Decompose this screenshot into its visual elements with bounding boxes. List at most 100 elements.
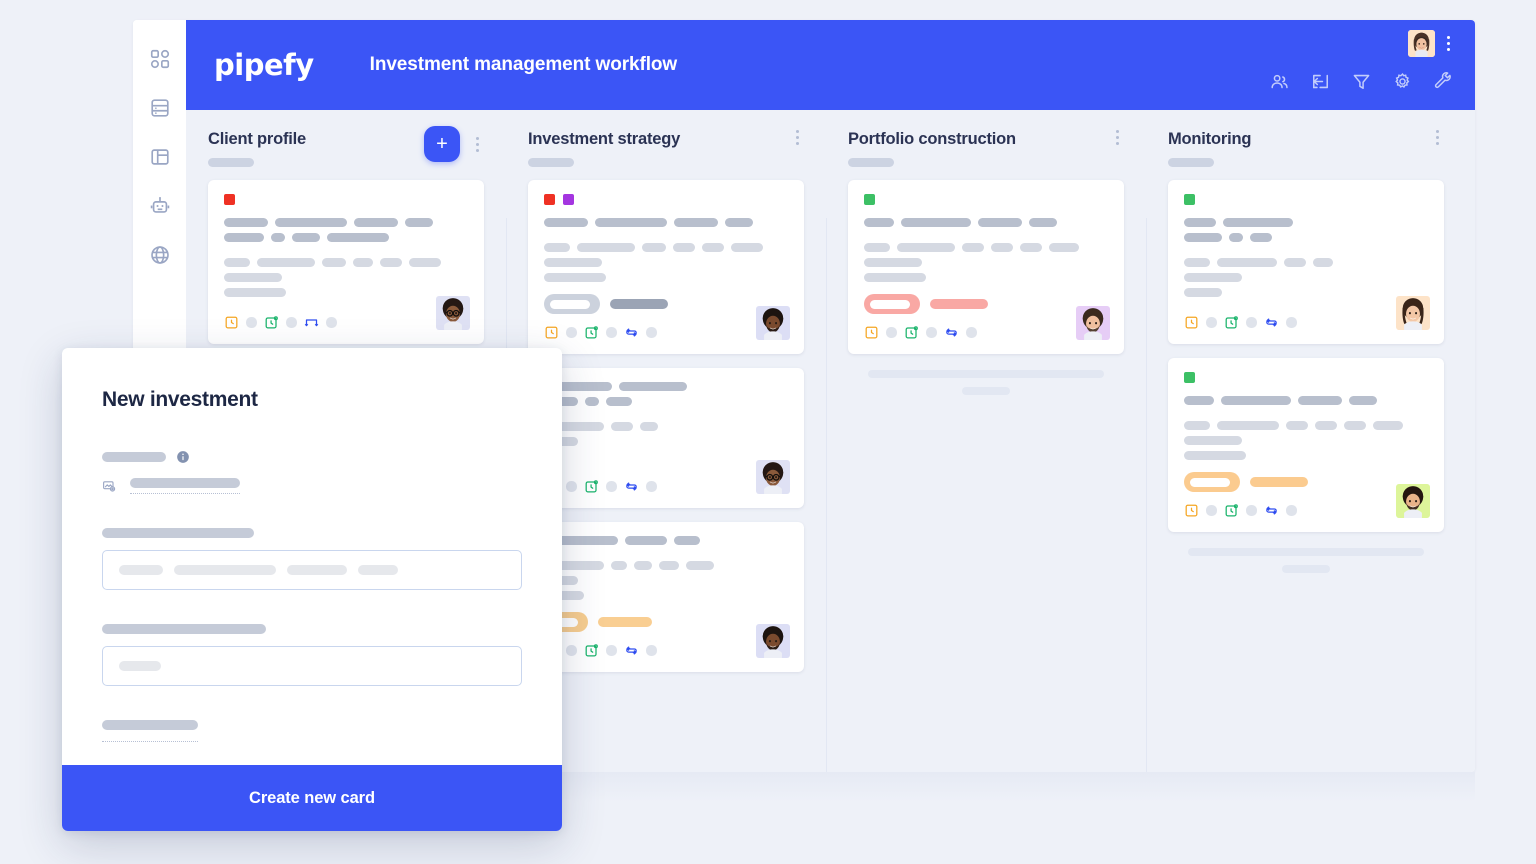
card-detail-placeholder [544,422,788,461]
card-meta-value [1206,505,1217,516]
card-meta-row [1184,315,1428,330]
clock-green-icon [264,315,279,330]
text-input[interactable] [102,550,522,590]
card-assignee-avatar[interactable] [1076,306,1110,340]
text-input[interactable] [102,646,522,686]
card-detail-placeholder [544,243,788,282]
clock-green-icon [1224,503,1239,518]
card-due-date-pill [1184,472,1428,492]
kebab-menu-icon[interactable] [1441,33,1455,55]
card-assignee-avatar[interactable] [1396,484,1430,518]
column-count-placeholder [208,158,254,167]
card-meta-value [646,481,657,492]
modal-body: New investment [62,348,562,765]
card-meta-value [1246,505,1257,516]
wrench-tools-icon[interactable] [1434,72,1453,91]
card-title-placeholder [1184,218,1428,242]
column-menu-icon[interactable] [470,133,484,155]
info-icon[interactable] [176,450,190,464]
card-assignee-avatar[interactable] [756,624,790,658]
field-dotted-underline [102,736,198,742]
kanban-card[interactable] [528,522,804,672]
card-detail-placeholder [864,243,1108,282]
card-labels [544,194,788,205]
kanban-card[interactable] [1168,180,1444,344]
create-new-card-button[interactable]: Create new card [62,765,562,831]
add-card-button[interactable]: + [424,126,460,162]
card-meta-value [886,327,897,338]
card-assignee-avatar[interactable] [756,306,790,340]
kanban-card[interactable] [528,368,804,508]
column-header-actions: + [424,126,484,162]
card-title-placeholder [224,218,468,242]
robot-automation-icon [149,195,171,217]
clock-orange-icon [544,325,559,340]
import-icon[interactable] [1311,72,1330,91]
page-title: Investment management workflow [369,54,678,75]
flow-blue-icon [304,315,319,330]
gear-settings-icon[interactable] [1393,72,1412,91]
clock-orange-icon [224,315,239,330]
clock-green-icon [1224,315,1239,330]
kanban-card[interactable] [848,180,1124,354]
card-meta-row [544,325,788,340]
sidebar-item-database[interactable] [147,95,173,121]
card-meta-row [544,643,788,658]
column-count-placeholder [528,158,574,167]
form-field [102,528,522,590]
sidebar-item-board[interactable] [147,144,173,170]
card-meta-value [966,327,977,338]
column-header-left: Monitoring [1168,130,1251,167]
refresh-blue-icon [1264,315,1279,330]
card-meta-value [566,645,577,656]
column-header: Investment strategy [506,110,826,180]
card-meta-row [1184,503,1428,518]
filter-funnel-icon[interactable] [1352,72,1371,91]
card-due-date-pill [544,612,788,632]
card-meta-row [864,325,1108,340]
avatar[interactable] [1408,30,1435,57]
column-footer-placeholder [1146,532,1466,573]
card-title-placeholder [544,382,788,406]
column-header: Portfolio construction [826,110,1146,180]
card-labels [224,194,468,205]
card-assignee-avatar[interactable] [1396,296,1430,330]
card-meta-value [566,481,577,492]
sidebar-item-dashboard[interactable] [147,46,173,72]
card-meta-value [566,327,577,338]
column-cards [186,180,506,344]
card-assignee-avatar[interactable] [756,460,790,494]
refresh-blue-icon [944,325,959,340]
column-menu-icon[interactable] [1110,126,1124,148]
clock-orange-icon [1184,315,1199,330]
column-menu-icon[interactable] [1430,126,1444,148]
sidebar-item-automations[interactable] [147,193,173,219]
column-count-placeholder [848,158,894,167]
kanban-card[interactable] [208,180,484,344]
form-field [102,720,522,742]
pipefy-logo[interactable]: pipefy [214,48,314,82]
card-meta-value [1246,317,1257,328]
card-label-chip [1184,372,1195,383]
column-header-actions [1430,126,1444,148]
card-meta-value [1206,317,1217,328]
card-meta-value [926,327,937,338]
inline-value-field[interactable] [102,478,522,494]
column-title: Monitoring [1168,130,1252,148]
card-label-chip [563,194,574,205]
form-field [102,450,522,494]
members-icon[interactable] [1270,72,1289,91]
card-detail-placeholder [544,561,788,600]
card-assignee-avatar[interactable] [436,296,470,330]
kanban-card[interactable] [528,180,804,354]
sidebar-item-portal[interactable] [147,242,173,268]
card-meta-value [326,317,337,328]
kanban-card[interactable] [1168,358,1444,532]
column-cards [1146,180,1466,532]
refresh-blue-icon [624,325,639,340]
modal-title: New investment [102,388,258,411]
column-title: Portfolio construction [848,130,1016,148]
refresh-blue-icon [624,643,639,658]
column-header-actions [1110,126,1124,148]
column-menu-icon[interactable] [790,126,804,148]
